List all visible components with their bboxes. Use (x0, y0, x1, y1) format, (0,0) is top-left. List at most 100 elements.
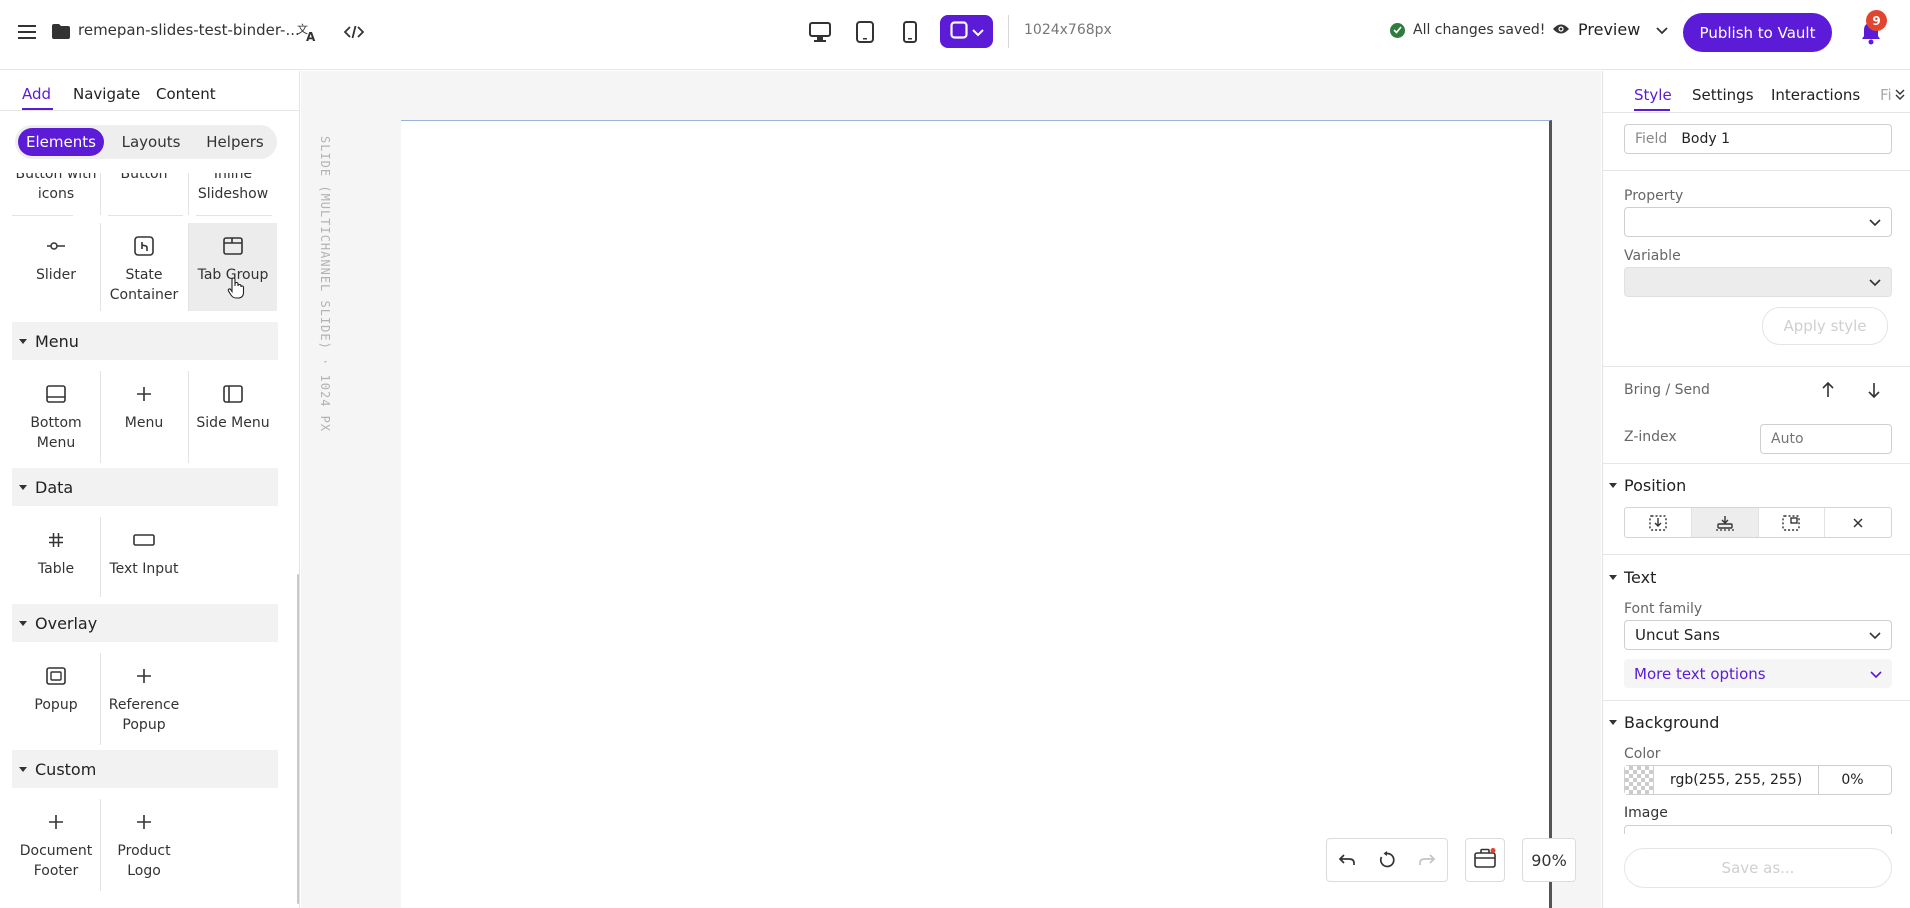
bring-forward-arrow-up-icon[interactable] (1813, 375, 1843, 405)
caret-down-icon (19, 484, 27, 490)
caret-down-icon (19, 766, 27, 772)
briefcase-icon (1474, 848, 1496, 872)
divider (1603, 700, 1910, 701)
preview-button[interactable]: Preview (1552, 20, 1668, 39)
left-panel-scrollbar[interactable] (297, 574, 299, 904)
chevron-double-down-icon[interactable] (1895, 86, 1905, 105)
hamburger-menu-icon[interactable] (10, 15, 44, 49)
element-bottom-menu[interactable]: Bottom Menu (12, 371, 100, 463)
divider (1603, 554, 1910, 555)
project-name[interactable]: remepan-slides-test-binder-... (78, 21, 300, 39)
section-position[interactable]: Position (1603, 470, 1910, 500)
element-label: Text Input (109, 561, 179, 577)
element-reference-popup[interactable]: Reference Popup (100, 653, 188, 745)
undo-icon[interactable] (1327, 839, 1367, 881)
element-label: Popup (34, 697, 78, 713)
tab-more[interactable]: Fi (1880, 86, 1892, 104)
field-selector[interactable]: Field Body 1 (1624, 124, 1892, 154)
send-backward-arrow-down-icon[interactable] (1859, 375, 1889, 405)
divider (1603, 463, 1910, 464)
element-tab-group[interactable]: Tab Group (189, 223, 277, 311)
element-side-menu[interactable]: Side Menu (189, 371, 277, 463)
section-text[interactable]: Text (1603, 562, 1910, 592)
assets-briefcase-button[interactable] (1465, 838, 1505, 882)
section-title: Text (1624, 567, 1657, 587)
element-text-input[interactable]: Text Input (100, 517, 188, 603)
section-overlay[interactable]: Overlay (12, 604, 278, 642)
tab-style[interactable]: Style (1634, 86, 1672, 104)
section-background[interactable]: Background (1603, 707, 1910, 737)
code-icon[interactable] (337, 15, 371, 49)
publish-button[interactable]: Publish to Vault (1683, 13, 1832, 52)
element-table[interactable]: Table (12, 517, 100, 603)
tab-navigate[interactable]: Navigate (73, 85, 140, 103)
section-custom[interactable]: Custom (12, 750, 278, 788)
divider (1603, 170, 1910, 171)
mobile-icon[interactable] (892, 15, 928, 49)
section-title: Overlay (35, 613, 98, 633)
color-opacity[interactable]: 0% (1818, 766, 1886, 794)
tab-interactions[interactable]: Interactions (1771, 86, 1860, 104)
element-menu[interactable]: Menu (100, 371, 188, 463)
slide-canvas[interactable] (401, 120, 1552, 908)
property-select[interactable] (1624, 207, 1892, 237)
tab-settings[interactable]: Settings (1692, 86, 1754, 104)
position-none-close-icon[interactable] (1825, 508, 1891, 537)
preview-label: Preview (1578, 20, 1641, 39)
element-button[interactable]: Button (100, 173, 188, 184)
reset-icon[interactable] (1367, 839, 1407, 881)
element-slider[interactable]: Slider (12, 223, 100, 311)
position-relative-icon[interactable] (1691, 508, 1759, 537)
hand-cursor-icon (227, 277, 245, 305)
element-product-logo[interactable]: Product Logo (100, 799, 188, 891)
tablet-icon[interactable] (847, 15, 883, 49)
section-data[interactable]: Data (12, 468, 278, 506)
element-button-with-icons[interactable]: Button with icons (12, 173, 100, 204)
color-label: Color (1624, 746, 1661, 762)
tab-content[interactable]: Content (156, 85, 216, 103)
element-label: Document Footer (19, 843, 93, 879)
divider (188, 371, 189, 463)
element-label: Bottom Menu (30, 415, 82, 451)
slide-label: SLIDE (MULTICHANNEL SLIDE) · 1024 PX (318, 136, 332, 433)
popup-icon (45, 665, 67, 687)
position-fixed-icon[interactable] (1759, 508, 1826, 537)
segment-elements[interactable]: Elements (18, 128, 104, 156)
zoom-level[interactable]: 90% (1522, 838, 1576, 882)
divider (100, 173, 101, 215)
divider (108, 215, 183, 216)
element-state-container[interactable]: State Container (100, 223, 188, 311)
divider (196, 215, 272, 216)
section-title: Custom (35, 759, 97, 779)
tab-group-icon (222, 235, 244, 257)
chevron-down-icon (1869, 213, 1881, 231)
more-text-options[interactable]: More text options (1624, 659, 1892, 688)
element-document-footer[interactable]: Document Footer (12, 799, 100, 891)
plus-icon (133, 665, 155, 687)
segment-layouts[interactable]: Layouts (113, 128, 189, 156)
position-absolute-icon[interactable] (1625, 508, 1692, 537)
apply-style-button[interactable]: Apply style (1762, 307, 1888, 345)
segment-helpers[interactable]: Helpers (197, 128, 273, 156)
divider (188, 173, 189, 215)
element-label: Side Menu (196, 415, 270, 431)
element-inline-slideshow[interactable]: Inline Slideshow (189, 173, 277, 204)
color-value[interactable]: rgb(255, 255, 255) (1670, 772, 1818, 788)
variable-select[interactable] (1624, 267, 1892, 297)
desktop-icon[interactable] (802, 15, 838, 49)
caret-down-icon (1609, 574, 1617, 580)
caret-down-icon (19, 620, 27, 626)
zindex-input[interactable] (1760, 424, 1892, 454)
color-swatch[interactable] (1625, 766, 1654, 794)
tab-add[interactable]: Add (22, 85, 51, 103)
background-color-field[interactable]: rgb(255, 255, 255) 0% (1624, 765, 1892, 795)
redo-icon[interactable] (1407, 839, 1447, 881)
folder-icon[interactable] (52, 23, 70, 39)
save-as-button[interactable]: Save as... (1624, 848, 1892, 888)
translate-icon[interactable]: 文A (291, 15, 325, 49)
element-label: Menu (124, 415, 164, 431)
element-popup[interactable]: Popup (12, 653, 100, 745)
custom-size-dropdown[interactable] (940, 15, 993, 48)
font-family-select[interactable]: Uncut Sans (1624, 620, 1892, 650)
section-menu[interactable]: Menu (12, 322, 278, 360)
